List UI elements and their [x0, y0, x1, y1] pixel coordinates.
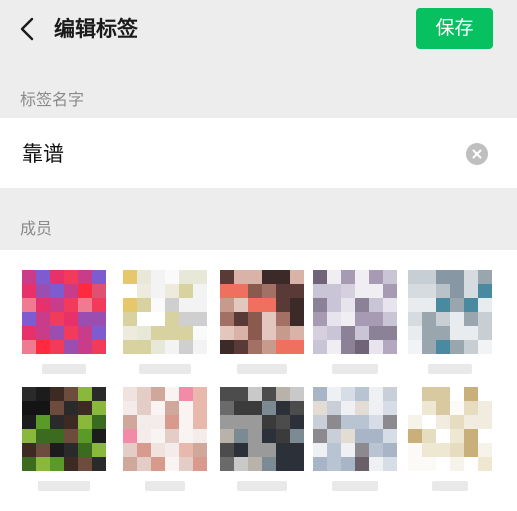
member-item[interactable] [22, 387, 106, 499]
avatar [220, 270, 304, 354]
member-item[interactable] [408, 270, 492, 382]
avatar [22, 270, 106, 354]
member-name-blurred [332, 481, 378, 491]
avatar [22, 387, 106, 471]
member-name-blurred [428, 364, 472, 374]
avatar [408, 387, 492, 471]
member-item[interactable] [313, 387, 397, 499]
tag-name-input[interactable] [22, 137, 442, 169]
clear-button[interactable] [466, 143, 488, 165]
save-button[interactable]: 保存 [416, 8, 493, 49]
avatar [313, 387, 397, 471]
nav-bar: 编辑标签 保存 [0, 0, 517, 60]
members-grid [0, 250, 517, 511]
tag-name-section-label: 标签名字 [20, 90, 85, 109]
page-title: 编辑标签 [54, 17, 138, 41]
member-name-blurred [332, 364, 378, 374]
member-item[interactable] [313, 270, 397, 382]
member-name-blurred [38, 481, 90, 491]
member-name-blurred [237, 364, 287, 374]
avatar [408, 270, 492, 354]
clear-circle-icon [472, 149, 482, 159]
avatar [220, 387, 304, 471]
member-name-blurred [139, 364, 191, 374]
members-section-label: 成员 [20, 219, 53, 238]
avatar [123, 270, 207, 354]
back-button[interactable] [12, 14, 42, 44]
member-item[interactable] [22, 270, 106, 382]
member-name-blurred [237, 481, 287, 491]
member-name-blurred [145, 481, 185, 491]
member-name-blurred [42, 364, 86, 374]
member-name-blurred [432, 481, 468, 491]
member-item[interactable] [408, 387, 492, 499]
avatar [123, 387, 207, 471]
member-item[interactable] [220, 270, 304, 382]
avatar [313, 270, 397, 354]
member-item[interactable] [123, 270, 207, 382]
member-item[interactable] [220, 387, 304, 499]
chevron-left-icon [20, 17, 34, 41]
tag-name-row [0, 118, 517, 188]
member-item[interactable] [123, 387, 207, 499]
